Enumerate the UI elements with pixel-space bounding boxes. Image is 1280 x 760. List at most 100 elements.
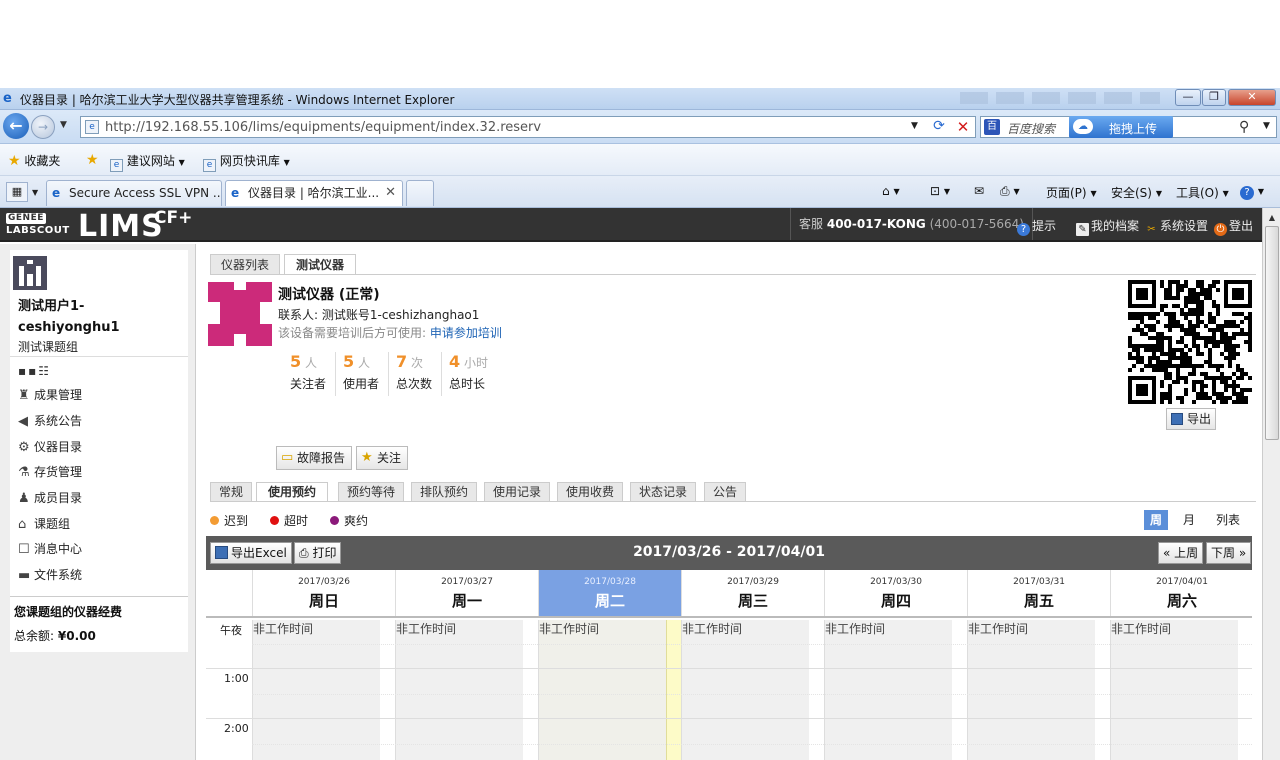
forward-button[interactable]: → [31,115,55,139]
day-column[interactable]: 非工作时间 [824,620,952,760]
view-toggle[interactable]: ▪▪☷ [18,364,51,378]
stat-followers[interactable]: 5 人 关注者 [284,352,336,396]
back-button[interactable]: ← [3,113,29,139]
tab-queue[interactable]: 排队预约 [411,482,477,501]
close-tab-icon[interactable]: ✕ [385,181,396,205]
day-header-wed[interactable]: 2017/03/29 周三 [681,570,824,616]
tab-waitlist[interactable]: 预约等待 [338,482,404,501]
day-column[interactable]: 非工作时间 [538,620,666,760]
day-header-sun[interactable]: 2017/03/26 周日 [252,570,395,616]
day-column[interactable]: 非工作时间 [252,620,380,760]
tab-notices[interactable]: 公告 [704,482,746,501]
sidebar-item-members[interactable]: ♟ 成员目录 [18,489,82,506]
user-name[interactable]: 测试用户1- ceshiyonghu1 [18,296,120,338]
home-button[interactable]: ⌂ ▼ [882,184,900,198]
tab-reservations[interactable]: 使用预约 [256,482,328,502]
sidebar-item-announcements[interactable]: ◀ 系统公告 [18,412,82,429]
add-favorite-button[interactable]: ★ [86,152,99,168]
sidebar-item-messages[interactable]: ☐ 消息中心 [18,540,82,557]
page-menu[interactable]: 页面(P) ▼ [1046,184,1097,201]
day-column[interactable]: 非工作时间 [681,620,809,760]
refresh-icon[interactable]: ⟳ [929,118,949,136]
sidebar-item-achievements[interactable]: ♜ 成果管理 [18,386,82,403]
brand-genee: GENEE [6,213,46,224]
close-window-button[interactable]: ✕ [1228,89,1276,106]
tab-ssl-vpn[interactable]: e Secure Access SSL VPN ... [46,180,222,206]
stat-total-hours[interactable]: 4 小时 总时长 [443,352,495,396]
fav-suggested-sites[interactable]: e 建议网站 ▼ [110,152,185,172]
sidebar-item-groups[interactable]: ⌂ 课题组 [18,515,70,532]
search-dropdown-icon[interactable]: ▼ [1263,121,1270,131]
day-name: 周二 [594,592,625,610]
fault-report-button[interactable]: ▭ 故障报告 [276,446,352,470]
history-dropdown-icon[interactable]: ▼ [60,120,67,130]
view-list[interactable]: 列表 [1208,510,1248,530]
search-icon[interactable]: ⚲ [1239,119,1249,135]
minimize-button[interactable]: — [1175,89,1201,106]
cloud-upload-button[interactable]: ☁ 拖拽上传 [1069,116,1173,138]
next-week-button[interactable]: 下周 » [1206,542,1252,564]
view-month[interactable]: 月 [1176,510,1202,530]
day-header-fri[interactable]: 2017/03/31 周五 [967,570,1110,616]
avatar[interactable] [13,256,47,290]
day-column[interactable]: 非工作时间 [967,620,1095,760]
restore-button[interactable]: ❐ [1202,89,1226,106]
sidebar-item-equipment[interactable]: ⚙ 仪器目录 [18,438,82,455]
sidebar-item-inventory[interactable]: ⚗ 存货管理 [18,463,82,480]
address-field[interactable]: e http://192.168.55.106/lims/equipments/… [80,116,976,138]
print-calendar-button[interactable]: ⎙ 打印 [294,542,342,564]
calendar-grid[interactable]: 非工作时间 非工作时间 非工作时间 非工作时间 非工作时间 非工作时间 非工作时… [206,620,1252,760]
day-header-sat[interactable]: 2017/04/01 周六 [1110,570,1253,616]
feeds-button[interactable]: ⊡ ▼ [930,184,950,198]
tab-equipment-list[interactable]: 仪器列表 [210,254,280,274]
tab-status-log[interactable]: 状态记录 [630,482,696,501]
day-header-mon[interactable]: 2017/03/27 周一 [395,570,538,616]
day-date: 2017/04/01 [1156,577,1208,587]
favorites-button[interactable]: ★ 收藏夹 [8,152,60,169]
url-dropdown-icon[interactable]: ▼ [911,121,918,131]
quick-tabs-button[interactable]: ▦ [6,182,28,202]
mail-button[interactable]: ✉ [974,184,984,198]
list-view-icon[interactable]: ☷ [38,364,51,378]
follow-button[interactable]: ★ 关注 [356,446,408,470]
day-header-tue[interactable]: 2017/03/28 周二 [538,570,681,616]
system-settings-link[interactable]: ✂ 系统设置 [1145,217,1208,236]
my-profile-link[interactable]: ✎ 我的档案 [1076,217,1139,236]
logout-link[interactable]: ⏻ 登出 [1214,217,1253,236]
sidebar-item-files[interactable]: ▬ 文件系统 [18,566,82,583]
scroll-up-icon[interactable]: ▲ [1265,210,1279,226]
tab-usage-log[interactable]: 使用记录 [484,482,550,501]
view-week[interactable]: 周 [1144,510,1168,530]
calendar-range: 2017/03/26 - 2017/04/01 [633,544,825,560]
day-column[interactable]: 非工作时间 [395,620,523,760]
safety-menu[interactable]: 安全(S) ▼ [1111,184,1162,201]
print-button[interactable]: ⎙ ▼ [1000,184,1020,199]
grid-view-icon[interactable]: ▪▪ [18,364,38,378]
scroll-thumb[interactable] [1265,226,1279,440]
export-qr-button[interactable]: 导出 [1166,408,1216,430]
apply-training-link[interactable]: 申请参加培训 [430,326,502,340]
brand-logo[interactable]: GENEE LABSCOUT [6,211,70,237]
url-text[interactable]: http://192.168.55.106/lims/equipments/eq… [105,120,541,135]
user-group[interactable]: 测试课题组 [18,338,78,355]
tab-fees[interactable]: 使用收费 [557,482,623,501]
stat-users[interactable]: 5 人 使用者 [337,352,389,396]
stop-icon[interactable]: ✕ [953,118,973,136]
tools-menu[interactable]: 工具(O) ▼ [1176,184,1229,201]
hints-link[interactable]: ? 提示 [1017,217,1056,236]
stat-total-count[interactable]: 7 次 总次数 [390,352,442,396]
day-header-thu[interactable]: 2017/03/30 周四 [824,570,967,616]
day-column[interactable]: 非工作时间 [1110,620,1238,760]
search-field[interactable]: 百 百度搜索 ☁ 拖拽上传 ⚲ ▼ [980,116,1277,138]
tab-equipment-catalog[interactable]: e 仪器目录 | 哈尔滨工业... ✕ [225,180,403,206]
help-button[interactable]: ? ▼ [1240,184,1264,200]
tab-general[interactable]: 常规 [210,482,252,501]
fav-web-slice-gallery[interactable]: e 网页快讯库 ▼ [203,152,290,172]
export-excel-button[interactable]: 导出Excel [210,542,292,564]
tab-list-dropdown-icon[interactable]: ▼ [32,188,38,197]
page-scrollbar[interactable]: ▲ [1262,208,1280,760]
tab-test-equipment[interactable]: 测试仪器 [284,254,356,275]
prev-week-button[interactable]: « 上周 [1158,542,1204,564]
hotline-code: 400-017-KONG [826,217,926,231]
new-tab-button[interactable] [406,180,434,206]
